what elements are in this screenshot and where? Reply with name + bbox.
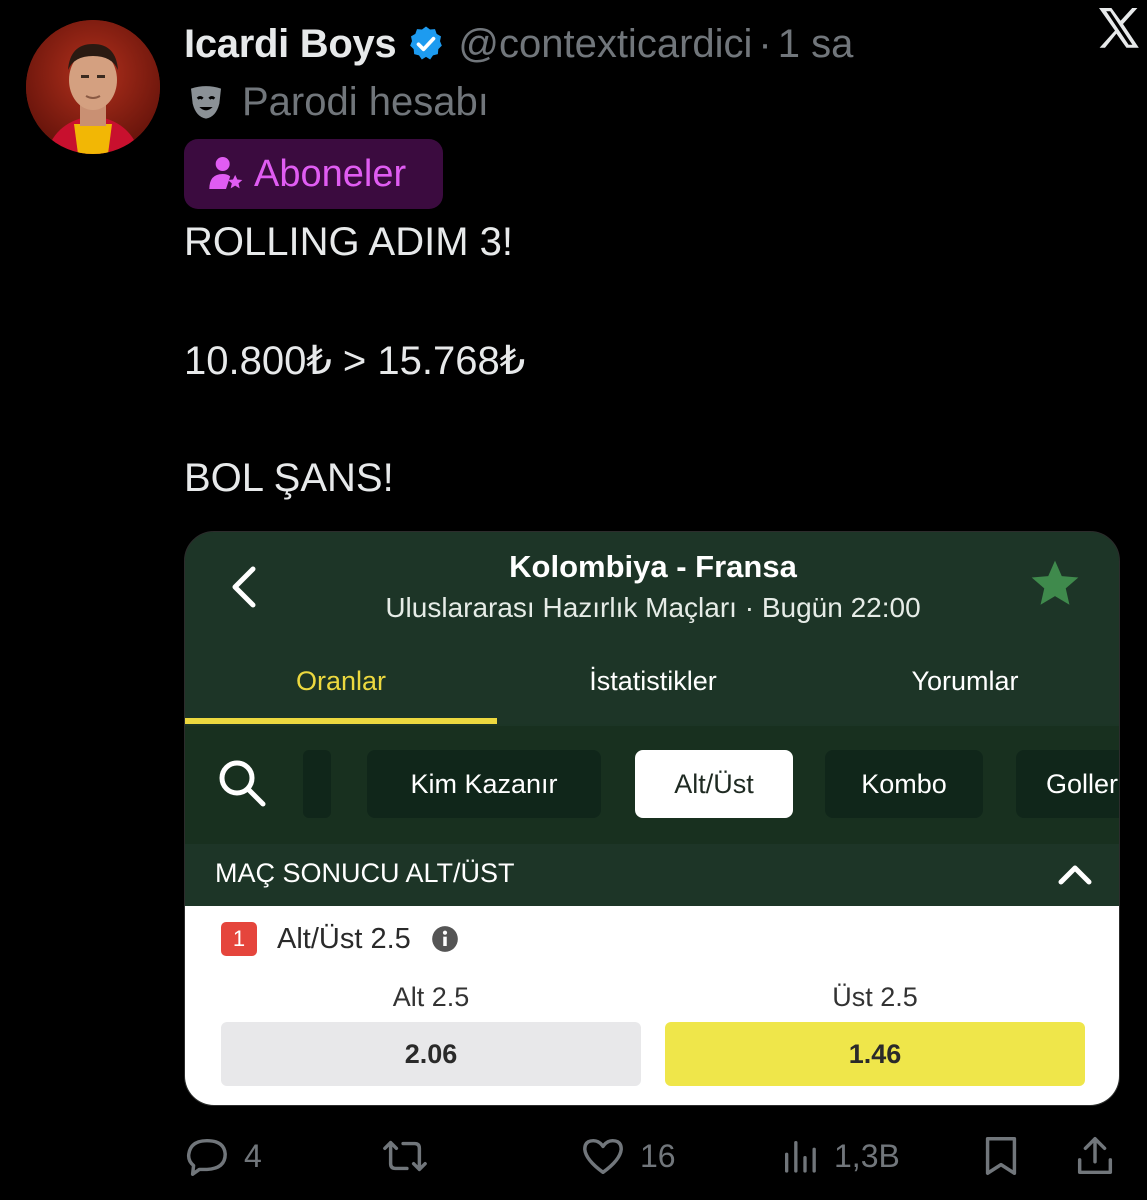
market-number-badge: 1 <box>221 922 257 956</box>
x-logo-icon <box>1095 4 1143 52</box>
market-filter-bar: Kim Kazanır Alt/Üst Kombo Goller <box>185 726 1119 844</box>
attached-image-card[interactable]: Kolombiya - Fransa Uluslararası Hazırlık… <box>184 531 1120 1106</box>
verified-icon[interactable] <box>406 24 446 64</box>
tab-oranlar[interactable]: Oranlar <box>185 662 497 724</box>
tweet-header: Icardi Boys @contexticardici · 1 sa <box>184 14 1127 74</box>
tweet-text-line: BOL ŞANS! <box>184 456 394 500</box>
info-icon[interactable] <box>431 925 459 953</box>
bookmark-button[interactable] <box>978 1126 1024 1186</box>
tab-yorumlar[interactable]: Yorumlar <box>809 662 1119 724</box>
views-button[interactable]: 1,3B <box>780 1126 900 1186</box>
market-section-header[interactable]: MAÇ SONUCU ALT/ÜST <box>185 844 1119 906</box>
search-icon[interactable] <box>215 756 269 810</box>
filter-chip-kombo[interactable]: Kombo <box>825 750 983 818</box>
star-icon[interactable] <box>1027 556 1083 612</box>
market-name: Alt/Üst 2.5 <box>277 922 411 955</box>
odd-label-ust: Üst 2.5 <box>832 982 918 1012</box>
tweet-text-line: ROLLING ADIM 3! <box>184 220 513 264</box>
avatar[interactable] <box>26 20 160 154</box>
reply-icon <box>186 1138 227 1176</box>
filter-chip-kim-kazanir[interactable]: Kim Kazanır <box>367 750 601 818</box>
chevron-up-icon[interactable] <box>1057 860 1093 888</box>
retweet-icon <box>383 1140 427 1172</box>
views-icon <box>785 1141 816 1173</box>
heart-icon <box>583 1138 623 1175</box>
filter-chip-alt-ust[interactable]: Alt/Üst <box>635 750 793 818</box>
match-title: Kolombiya - Fransa <box>509 549 797 584</box>
handle[interactable]: @contexticardici <box>458 22 752 67</box>
separator-dot: · <box>758 21 772 66</box>
display-name[interactable]: Icardi Boys <box>184 22 397 67</box>
parody-label-row: Parodi hesabı <box>186 76 489 128</box>
market-panel: 1 Alt/Üst 2.5 Alt 2.5 Üst 2.5 2.06 1.46 <box>185 906 1119 1105</box>
theater-mask-icon <box>186 82 226 122</box>
filter-chip-goller[interactable]: Goller <box>1016 750 1119 818</box>
match-subtitle: Uluslararası Hazırlık Maçları · Bugün 22… <box>385 592 921 623</box>
like-count: 16 <box>640 1137 676 1174</box>
like-button[interactable]: 16 <box>580 1126 676 1186</box>
share-button[interactable] <box>1072 1126 1118 1186</box>
share-icon <box>1077 1137 1113 1175</box>
bookmark-icon <box>985 1137 1017 1175</box>
odd-button-ust[interactable]: 1.46 <box>665 1022 1085 1086</box>
parody-label: Parodi hesabı <box>242 79 489 124</box>
match-tabs: Oranlar İstatistikler Yorumlar <box>185 662 1119 724</box>
filter-chip-partial[interactable] <box>303 750 331 818</box>
subscribers-badge-label: Aboneler <box>254 152 407 195</box>
timestamp[interactable]: 1 sa <box>778 22 854 67</box>
view-count: 1,3B <box>834 1137 900 1174</box>
reply-count: 4 <box>244 1137 262 1174</box>
odd-button-alt[interactable]: 2.06 <box>221 1022 641 1086</box>
odd-label-alt: Alt 2.5 <box>392 982 470 1012</box>
market-heading: 1 Alt/Üst 2.5 <box>221 922 459 956</box>
tab-istatistikler[interactable]: İstatistikler <box>497 662 809 724</box>
tweet-actions: 4 16 1,3B <box>184 1126 1124 1186</box>
match-header: Kolombiya - Fransa Uluslararası Hazırlık… <box>185 532 1119 724</box>
section-title: MAÇ SONUCU ALT/ÜST <box>215 858 515 888</box>
retweet-button[interactable] <box>382 1126 428 1186</box>
reply-button[interactable]: 4 <box>184 1126 262 1186</box>
subscriber-star-icon <box>206 154 246 194</box>
subscribers-badge[interactable]: Aboneler <box>184 139 443 209</box>
tweet-text-line: 10.800₺ > 15.768₺ <box>184 339 526 383</box>
